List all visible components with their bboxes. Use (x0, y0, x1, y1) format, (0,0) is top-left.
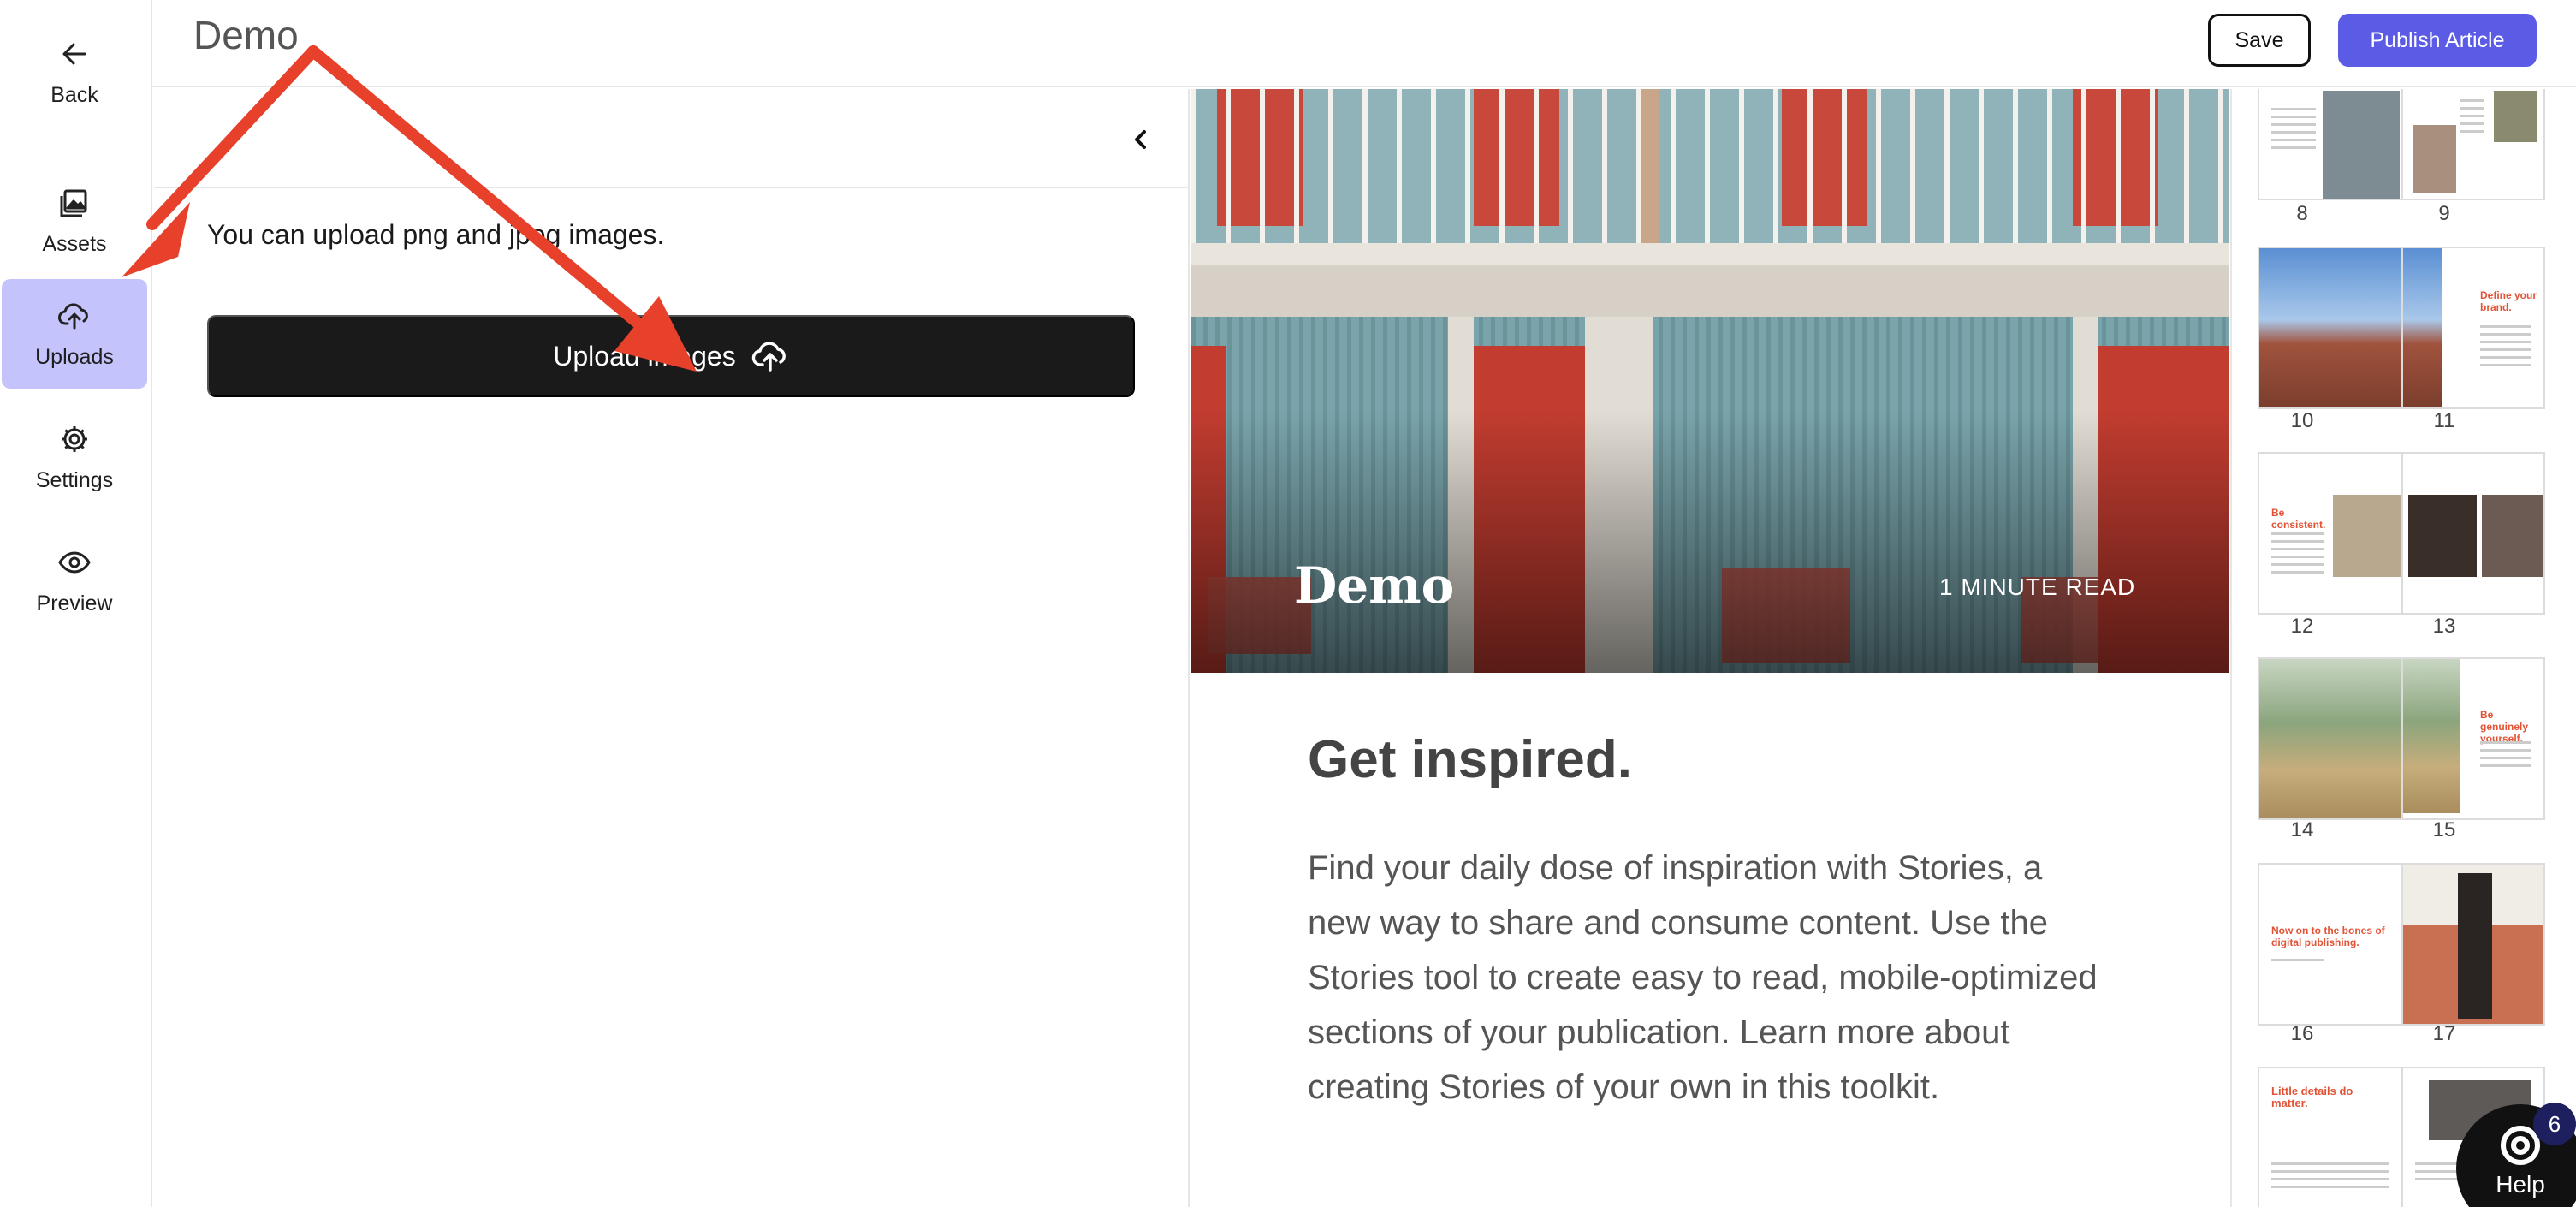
document-title[interactable]: Demo (193, 12, 299, 58)
thumbnail-page: Now on to the bones of digital publishin… (2259, 865, 2401, 1024)
nav-uploads[interactable]: Uploads (2, 279, 147, 389)
hero-title: Demo (1294, 556, 1455, 615)
article-preview: Demo 1 MINUTE READ Get inspired. Find yo… (1191, 89, 2229, 1207)
help-label: Help (2496, 1171, 2545, 1198)
thumbnail-page (2401, 89, 2543, 199)
collapse-panel-button[interactable] (1125, 123, 1157, 156)
thumbnail-page: Be consistent. (2259, 454, 2401, 613)
page-number: 13 (2432, 615, 2456, 638)
upload-images-button[interactable]: Upload images (207, 315, 1135, 397)
page-number: 16 (2290, 1022, 2314, 1045)
cloud-upload-icon (58, 302, 88, 329)
page-number: 11 (2433, 409, 2455, 432)
image-icon (60, 189, 87, 217)
top-bar: Demo Save Publish Article (152, 0, 2576, 87)
thumbnail-page: Little details do matter. (2259, 1068, 2401, 1207)
nav-preview[interactable]: Preview (2, 526, 147, 635)
nav-assets-label: Assets (42, 231, 107, 256)
nav-assets[interactable]: Assets (2, 166, 147, 276)
thumbnail-text: Be consistent. (2271, 507, 2326, 531)
nav-back-label: Back (50, 82, 98, 107)
left-nav: Back Assets Uploads Settings Preview (0, 0, 152, 1207)
page-number: 8 (2296, 202, 2308, 225)
thumbnail-page (2401, 454, 2543, 613)
uploads-panel: You can upload png and jpeg images. Uplo… (154, 89, 1190, 1207)
page-number: 15 (2432, 818, 2456, 841)
thumbnail-page: Define your brand. (2401, 248, 2543, 407)
thumbnail-text: Now on to the bones of digital publishin… (2271, 925, 2385, 948)
nav-back[interactable]: Back (2, 17, 147, 127)
chevron-left-icon (1135, 130, 1146, 149)
nav-preview-label: Preview (36, 591, 113, 615)
app-root: Back Assets Uploads Settings Preview Dem… (0, 0, 2576, 1207)
gear-icon (62, 425, 87, 452)
thumbnail-text: Be genuinely yourself. (2480, 709, 2529, 745)
hero-image: Demo 1 MINUTE READ (1191, 89, 2229, 673)
thumbnail-spread[interactable]: Define your brand. (2258, 247, 2545, 409)
cloud-upload-icon (751, 342, 786, 372)
help-widget[interactable]: Help 6 (2456, 1103, 2576, 1207)
thumbnail-spread[interactable] (2258, 89, 2545, 200)
page-number: 10 (2290, 409, 2314, 432)
thumbnail-page (2401, 865, 2543, 1024)
page-number: 14 (2290, 818, 2314, 841)
eye-icon (58, 550, 91, 574)
read-time: 1 MINUTE READ (1939, 574, 2136, 600)
thumbnail-spread[interactable]: Be genuinely yourself. (2258, 657, 2545, 820)
nav-settings-label: Settings (35, 467, 114, 492)
story-heading: Get inspired. (1308, 730, 1632, 789)
thumbnail-page (2259, 89, 2401, 199)
thumbnail-text: Little details do matter. (2271, 1085, 2353, 1109)
page-number: 12 (2290, 615, 2314, 638)
notification-badge: 6 (2533, 1103, 2576, 1145)
nav-settings[interactable]: Settings (2, 402, 147, 512)
panel-header (154, 89, 1190, 188)
page-number: 9 (2438, 202, 2450, 225)
upload-hint: You can upload png and jpeg images. (207, 219, 665, 250)
page-thumbnails: 8 9 Define your brand. 10 11 Be consiste… (2230, 89, 2576, 1207)
arrow-left-icon (62, 43, 86, 64)
save-button[interactable]: Save (2208, 14, 2311, 67)
page-number: 17 (2432, 1022, 2456, 1045)
publish-article-button[interactable]: Publish Article (2338, 14, 2537, 67)
nav-uploads-label: Uploads (35, 344, 114, 369)
thumbnail-page: Be genuinely yourself. (2401, 659, 2543, 818)
thumbnail-page (2259, 659, 2401, 818)
thumbnail-page (2259, 248, 2401, 407)
thumbnail-spread[interactable]: Now on to the bones of digital publishin… (2258, 863, 2545, 1026)
upload-images-label: Upload images (553, 340, 736, 372)
thumbnail-spread[interactable]: Be consistent. (2258, 452, 2545, 615)
story-body: Find your daily dose of inspiration with… (1308, 849, 2098, 1106)
thumbnail-text: Define your brand. (2480, 289, 2537, 313)
